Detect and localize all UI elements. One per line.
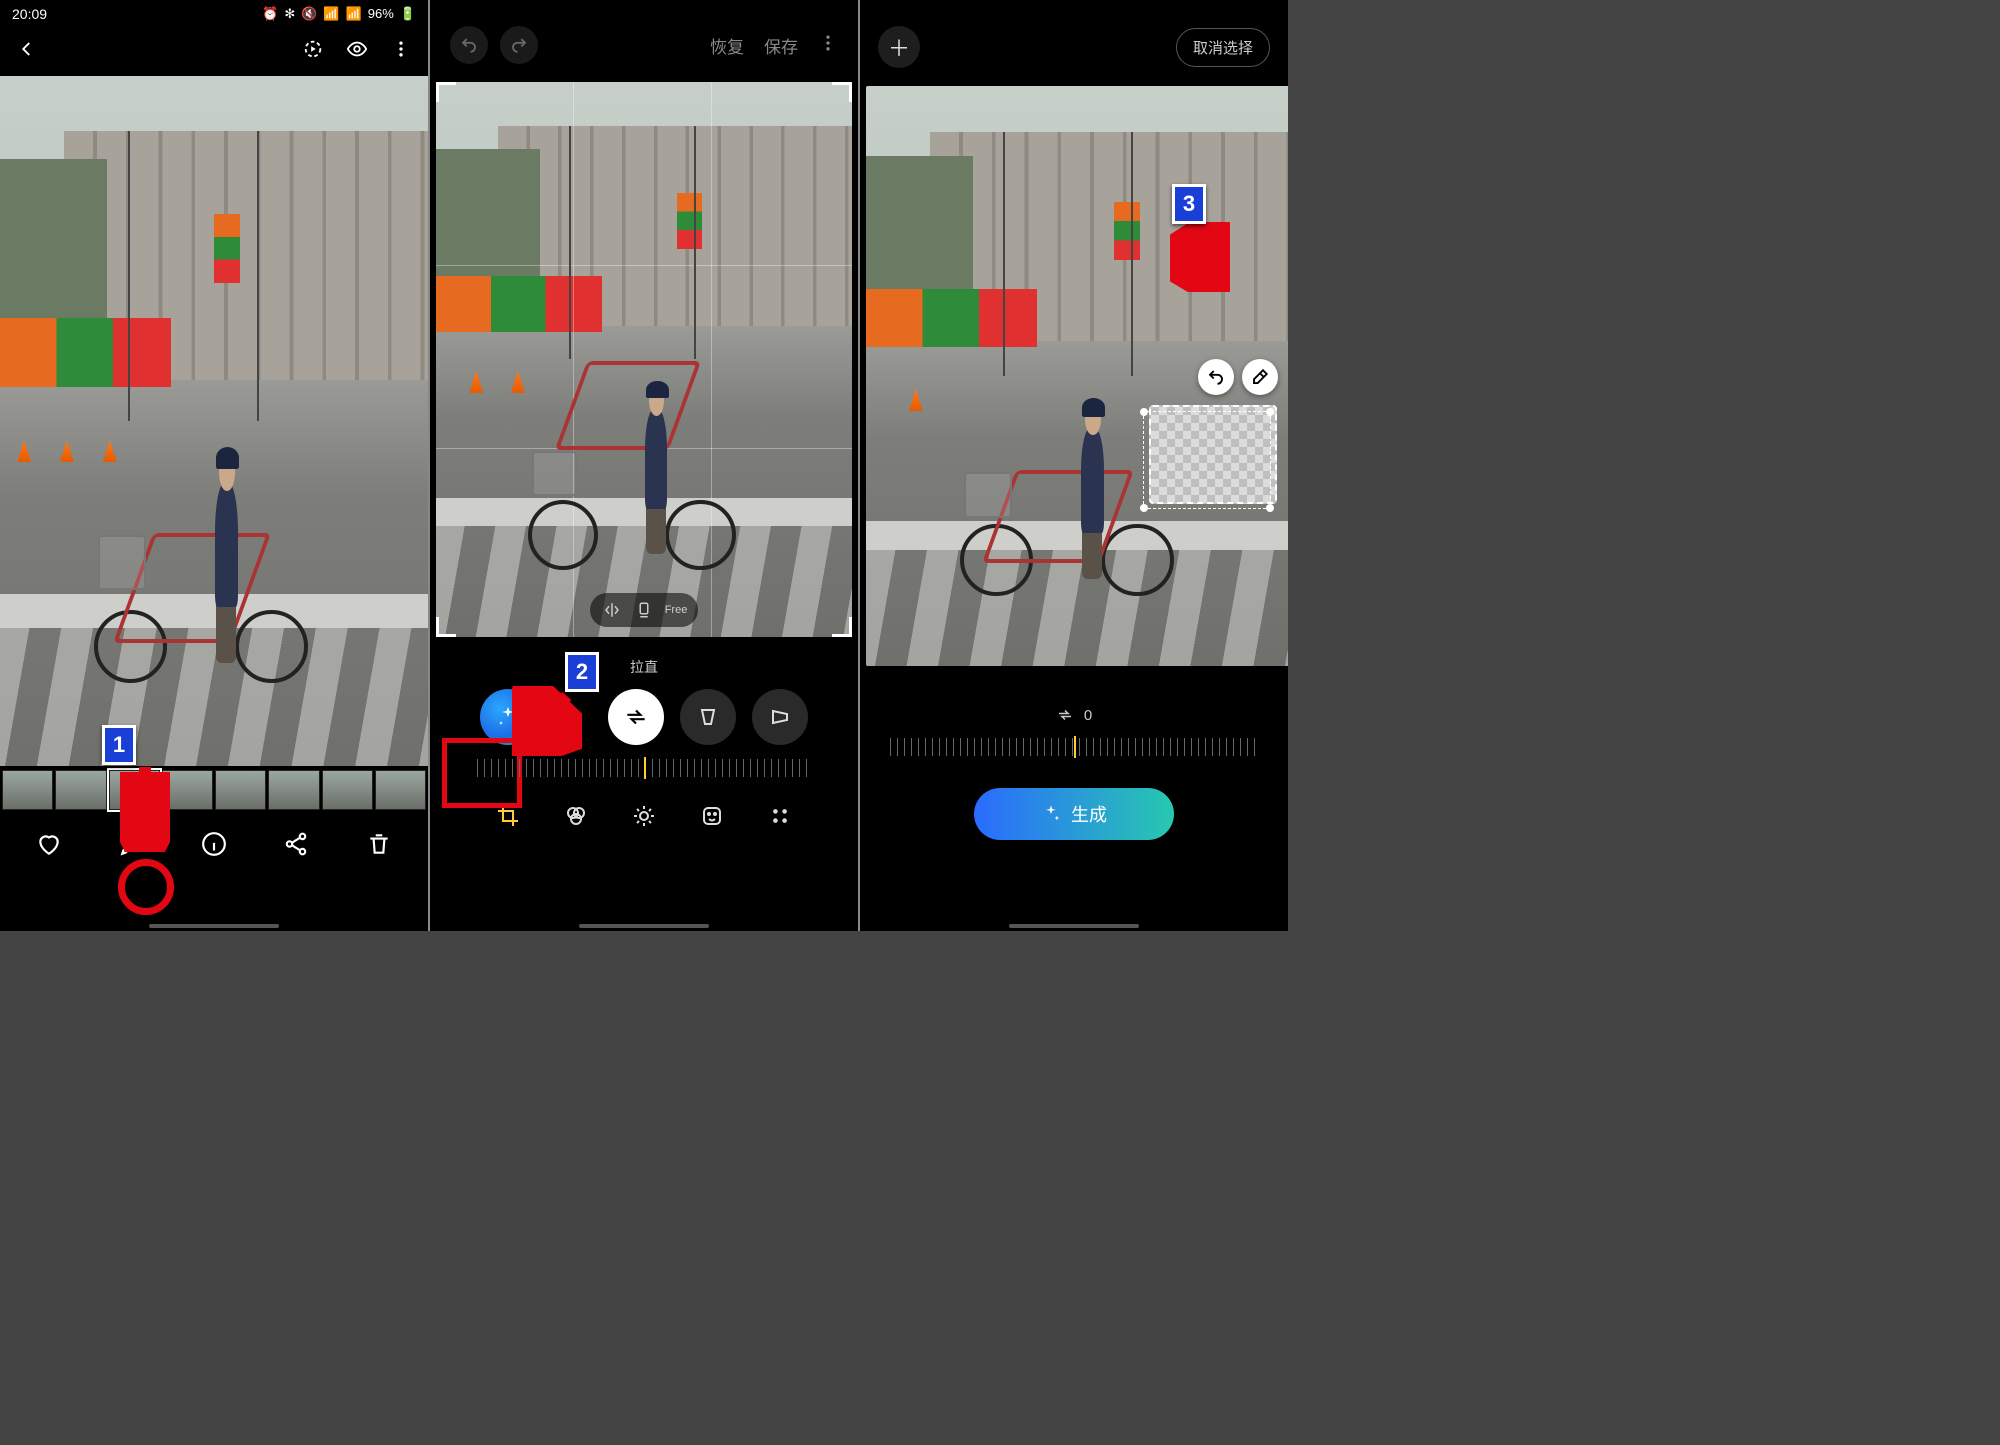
perspective-h-button[interactable] [680, 689, 736, 745]
status-bar: 20:09 ⏰ ✻ 🔇 📶 📶 96% 🔋 [0, 0, 428, 24]
selection-undo-button[interactable] [1198, 359, 1234, 395]
editor-top-bar: 恢复 保存 [430, 0, 858, 82]
straighten-icon [1056, 706, 1074, 724]
redo-button[interactable] [500, 26, 538, 64]
more-button[interactable] [818, 33, 838, 58]
thumbnail[interactable] [2, 770, 53, 810]
screen-editor-crop: 恢复 保存 [430, 0, 858, 931]
step-badge-3: 3 [1172, 184, 1206, 224]
adjust-tool[interactable] [631, 803, 657, 829]
gallery-bottom-bar [0, 810, 428, 876]
home-indicator[interactable] [579, 924, 709, 928]
alarm-icon: ⏰ [262, 6, 278, 22]
annotation-arrow [1170, 222, 1230, 292]
photo-preview[interactable] [0, 76, 428, 766]
selection-erase-button[interactable] [1242, 359, 1278, 395]
thumbnail[interactable] [322, 770, 373, 810]
gen-canvas-wrapper [860, 86, 1288, 666]
editor-bottom-tools [430, 803, 858, 829]
signal-icon: 📶 [346, 6, 362, 22]
flip-horizontal-button[interactable] [598, 598, 626, 622]
battery-text: 96% [368, 6, 394, 22]
home-indicator[interactable] [149, 924, 279, 928]
thumbnail[interactable] [375, 770, 426, 810]
status-icons: ⏰ ✻ 🔇 📶 📶 96% 🔋 [262, 6, 416, 22]
filter-tool[interactable] [563, 803, 589, 829]
thumbnail[interactable] [268, 770, 319, 810]
annotation-arrow [512, 686, 582, 756]
status-time: 20:09 [12, 6, 47, 22]
perspective-controls [430, 689, 858, 745]
visibility-button[interactable] [346, 38, 368, 60]
thumbnail[interactable] [55, 770, 106, 810]
info-button[interactable] [200, 830, 228, 858]
screen-ai-generative: ＋ 取消选择 [860, 0, 1288, 931]
back-button[interactable] [16, 38, 38, 60]
favorite-button[interactable] [35, 830, 63, 858]
generate-button[interactable]: 生成 [974, 788, 1174, 840]
cancel-selection-button[interactable]: 取消选择 [1176, 28, 1270, 67]
step-badge-2: 2 [565, 652, 599, 692]
annotation-arrow [120, 762, 170, 852]
thumbnail-strip[interactable] [0, 770, 428, 810]
rotate-button[interactable] [608, 689, 664, 745]
restore-button[interactable]: 恢复 [710, 33, 744, 58]
angle-ruler[interactable] [477, 759, 811, 777]
straighten-value: 0 [1084, 707, 1092, 724]
battery-icon: 🔋 [400, 6, 416, 22]
wifi-icon: 📶 [323, 6, 339, 22]
generate-label: 生成 [1071, 801, 1107, 827]
straighten-label: 拉直 [430, 657, 858, 677]
perspective-v-button[interactable] [752, 689, 808, 745]
crop-tool[interactable] [495, 803, 521, 829]
gen-top-bar: ＋ 取消选择 [860, 0, 1288, 86]
bluetooth-icon: ✻ [284, 6, 295, 22]
home-indicator[interactable] [1009, 924, 1139, 928]
transform-options-pill: Free [590, 593, 698, 627]
step-badge-1: 1 [102, 725, 136, 765]
straighten-readout: 0 [860, 706, 1288, 724]
gallery-top-bar [0, 24, 428, 76]
aspect-free-button[interactable]: Free [662, 598, 690, 622]
screen-gallery-view: 20:09 ⏰ ✻ 🔇 📶 📶 96% 🔋 [0, 0, 428, 931]
thumbnail[interactable] [215, 770, 266, 810]
more-tools[interactable] [767, 803, 793, 829]
sticker-tool[interactable] [699, 803, 725, 829]
undo-button[interactable] [450, 26, 488, 64]
share-button[interactable] [282, 830, 310, 858]
sparkle-icon [1041, 804, 1061, 824]
flip-vertical-button[interactable] [630, 598, 658, 622]
angle-ruler[interactable] [890, 738, 1258, 756]
more-button[interactable] [390, 38, 412, 60]
delete-button[interactable] [365, 830, 393, 858]
motion-photo-button[interactable] [302, 38, 324, 60]
mute-icon: 🔇 [301, 6, 317, 22]
crop-frame[interactable]: Free [436, 82, 852, 637]
add-button[interactable]: ＋ [878, 26, 920, 68]
save-button[interactable]: 保存 [764, 33, 798, 58]
